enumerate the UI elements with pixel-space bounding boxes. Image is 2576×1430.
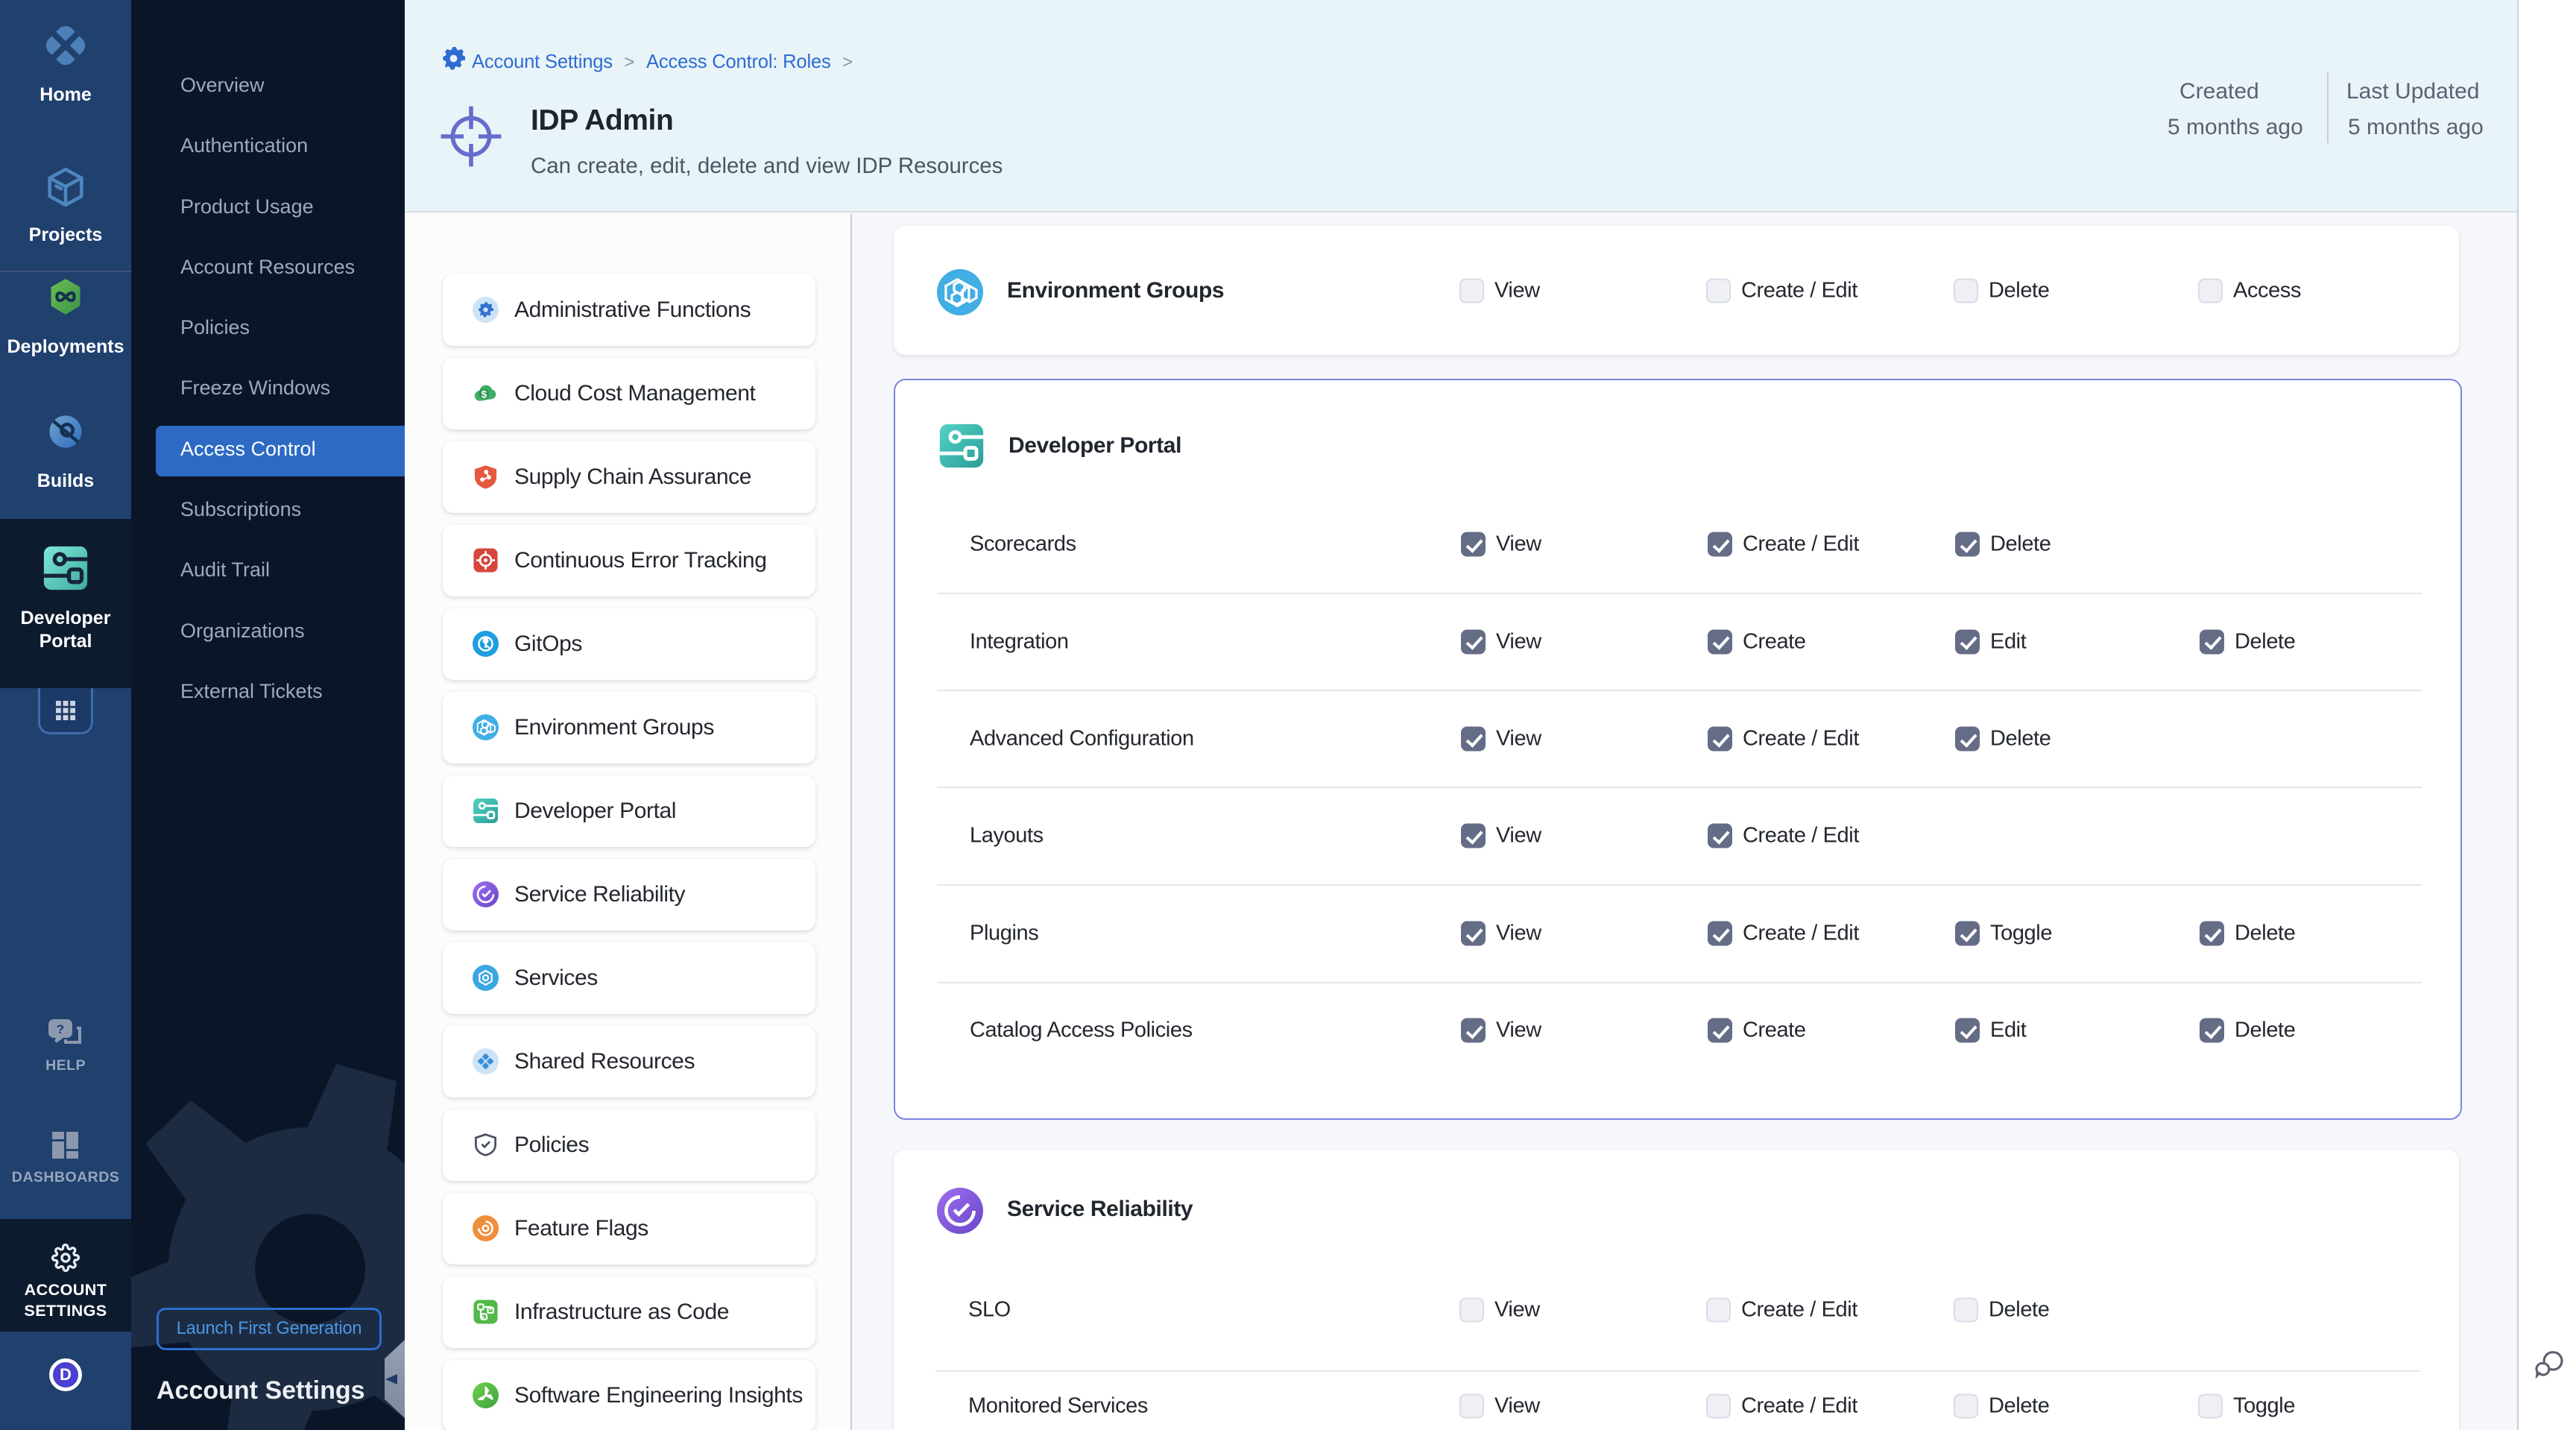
svg-text:?: ? <box>57 1022 64 1036</box>
svg-text:$: $ <box>481 388 487 400</box>
